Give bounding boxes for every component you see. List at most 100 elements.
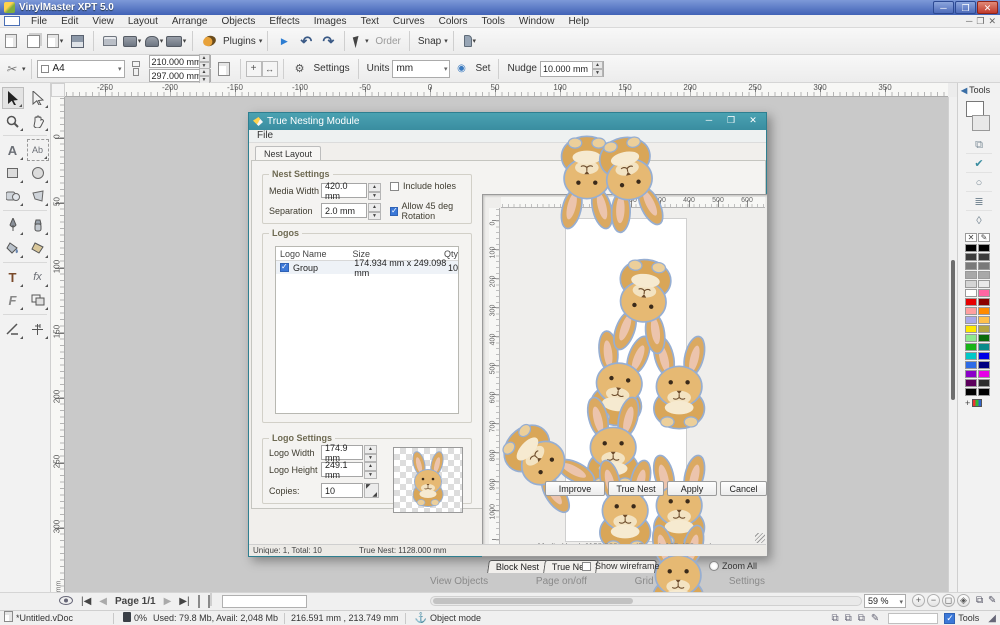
add-page-icon[interactable]: + bbox=[246, 61, 262, 77]
menu-item[interactable]: Effects bbox=[262, 16, 306, 27]
vertical-scrollbar[interactable] bbox=[948, 97, 957, 592]
set-globe-icon[interactable]: ◉ bbox=[450, 59, 472, 79]
print-icon[interactable] bbox=[99, 31, 121, 51]
color-swatch[interactable] bbox=[965, 379, 977, 387]
minimize-button[interactable]: ─ bbox=[933, 1, 954, 14]
select-tool[interactable] bbox=[2, 87, 24, 109]
pen-tool[interactable] bbox=[2, 214, 24, 236]
dialog-resize-grip[interactable] bbox=[755, 533, 765, 543]
close-button[interactable]: ✕ bbox=[977, 1, 998, 14]
logo-height-spinner[interactable]: ▲▼ bbox=[364, 462, 377, 477]
palette-grid-icon[interactable] bbox=[972, 399, 982, 407]
canvas-link[interactable]: View Objects bbox=[430, 576, 488, 587]
set-label[interactable]: Set bbox=[475, 63, 490, 74]
distort-shape-tool[interactable] bbox=[27, 185, 49, 207]
save-icon[interactable] bbox=[66, 31, 88, 51]
color-swatch[interactable] bbox=[965, 325, 977, 333]
plugins-label[interactable]: Plugins bbox=[223, 36, 256, 47]
zoom-page-button[interactable]: ◻ bbox=[942, 594, 955, 607]
allow-rotation-checkbox[interactable] bbox=[390, 207, 398, 216]
horizontal-scrollbar-thumb[interactable] bbox=[433, 598, 633, 604]
color-swatch[interactable] bbox=[965, 244, 977, 252]
separation-spinner[interactable]: ▲▼ bbox=[368, 203, 381, 218]
color-swatch[interactable] bbox=[965, 271, 977, 279]
menu-item[interactable]: Text bbox=[354, 16, 386, 27]
color-swatch[interactable] bbox=[965, 280, 977, 288]
color-swatch[interactable] bbox=[978, 352, 990, 360]
open-document-icon[interactable] bbox=[22, 31, 44, 51]
color-swatch[interactable] bbox=[965, 370, 977, 378]
color-swatch[interactable] bbox=[965, 316, 977, 324]
zoom-level-select[interactable]: 59 %▾ bbox=[864, 594, 906, 608]
rectangle-tool[interactable] bbox=[2, 162, 24, 184]
layer-back-icon[interactable]: ⧉ bbox=[831, 613, 838, 624]
menu-item[interactable]: Help bbox=[561, 16, 596, 27]
plotter-icon[interactable]: ▾ bbox=[165, 31, 187, 51]
flyout-arrow-icon[interactable]: ▶ bbox=[273, 31, 295, 51]
logo-row-checkbox[interactable] bbox=[280, 263, 289, 272]
edit-color-icon[interactable]: ✎ bbox=[978, 233, 990, 242]
menu-item[interactable]: File bbox=[24, 16, 54, 27]
color-swatch[interactable] bbox=[965, 253, 977, 261]
tab-block-nest[interactable]: Block Nest bbox=[487, 560, 548, 573]
color-swatch[interactable] bbox=[978, 316, 990, 324]
color-swatch[interactable] bbox=[978, 370, 990, 378]
page-blank-icon[interactable] bbox=[213, 59, 235, 79]
plot-cut-tool[interactable] bbox=[2, 318, 24, 340]
stroke-style-icon[interactable]: ✔ bbox=[966, 157, 992, 173]
color-swatch[interactable] bbox=[978, 262, 990, 270]
zoom-out-button[interactable]: − bbox=[927, 594, 940, 607]
pick-order-icon[interactable]: ▾ bbox=[350, 31, 372, 51]
next-page-button[interactable]: ▶ bbox=[160, 596, 176, 607]
menu-item[interactable]: Edit bbox=[54, 16, 85, 27]
separation-input[interactable]: 2.0 mm bbox=[321, 203, 367, 218]
vertical-scrollbar-thumb[interactable] bbox=[951, 260, 955, 400]
fill-editor-tool[interactable] bbox=[27, 237, 49, 259]
color-swatch[interactable] bbox=[978, 271, 990, 279]
color-swatch[interactable] bbox=[965, 298, 977, 306]
true-nest-button[interactable]: True Nest bbox=[608, 481, 664, 496]
preview-eye-icon[interactable] bbox=[55, 596, 77, 608]
snap-label[interactable]: Snap bbox=[418, 36, 441, 47]
weld-shapes-tool[interactable] bbox=[27, 289, 49, 311]
color-swatch[interactable] bbox=[965, 343, 977, 351]
color-swatch[interactable] bbox=[965, 334, 977, 342]
color-swatch[interactable] bbox=[978, 253, 990, 261]
undo-icon[interactable]: ↶ bbox=[295, 31, 317, 51]
dialog-file-menu[interactable]: File bbox=[257, 130, 273, 141]
media-width-spinner[interactable]: ▲▼ bbox=[368, 183, 381, 198]
menu-item[interactable]: Layout bbox=[121, 16, 165, 27]
settings-gear-icon[interactable]: ⚙ bbox=[289, 59, 311, 79]
color-swatch[interactable] bbox=[978, 325, 990, 333]
media-width-input[interactable]: 420.0 mm bbox=[321, 183, 367, 198]
swap-page-icon[interactable]: ↔ bbox=[262, 61, 278, 77]
color-swatch[interactable] bbox=[978, 334, 990, 342]
page-height-spinbox[interactable]: 297.000 mm ▲▼ bbox=[149, 69, 211, 82]
color-swatch[interactable] bbox=[978, 307, 990, 315]
node-edit-tool[interactable] bbox=[27, 87, 49, 109]
orientation-icons[interactable] bbox=[125, 59, 147, 79]
color-swatch[interactable] bbox=[965, 262, 977, 270]
first-page-button[interactable]: |◀ bbox=[77, 596, 95, 607]
page-preset-combo[interactable]: A4 ▾ bbox=[37, 60, 125, 78]
pan-hand-tool[interactable] bbox=[27, 110, 49, 132]
dialog-maximize-button[interactable]: ❐ bbox=[720, 113, 742, 129]
show-wireframe-checkbox[interactable] bbox=[582, 562, 591, 571]
color-swatch[interactable] bbox=[978, 343, 990, 351]
layer-front-icon[interactable]: ⧉ bbox=[858, 613, 865, 624]
knife-tool-icon[interactable]: ✂ bbox=[0, 59, 22, 79]
outline-circle-icon[interactable]: ○ bbox=[966, 176, 992, 192]
tools-visibility-checkbox[interactable] bbox=[944, 613, 955, 624]
layer-mid-icon[interactable]: ⧉ bbox=[845, 613, 852, 624]
plugins-icon[interactable] bbox=[198, 31, 220, 51]
copies-input[interactable]: 10 bbox=[321, 483, 363, 498]
include-holes-checkbox[interactable] bbox=[390, 182, 399, 191]
line-weight-icon[interactable]: ≣ bbox=[966, 195, 992, 211]
menu-item[interactable]: Window bbox=[512, 16, 562, 27]
copies-dial-spinner[interactable] bbox=[364, 483, 379, 498]
redo-icon[interactable]: ↷ bbox=[317, 31, 339, 51]
spray-tool-icon[interactable]: ▾ bbox=[459, 31, 481, 51]
rip-print-icon[interactable]: ▾ bbox=[143, 31, 165, 51]
logo-width-input[interactable]: 174.9 mm bbox=[321, 445, 363, 460]
apply-button[interactable]: Apply bbox=[667, 481, 717, 496]
